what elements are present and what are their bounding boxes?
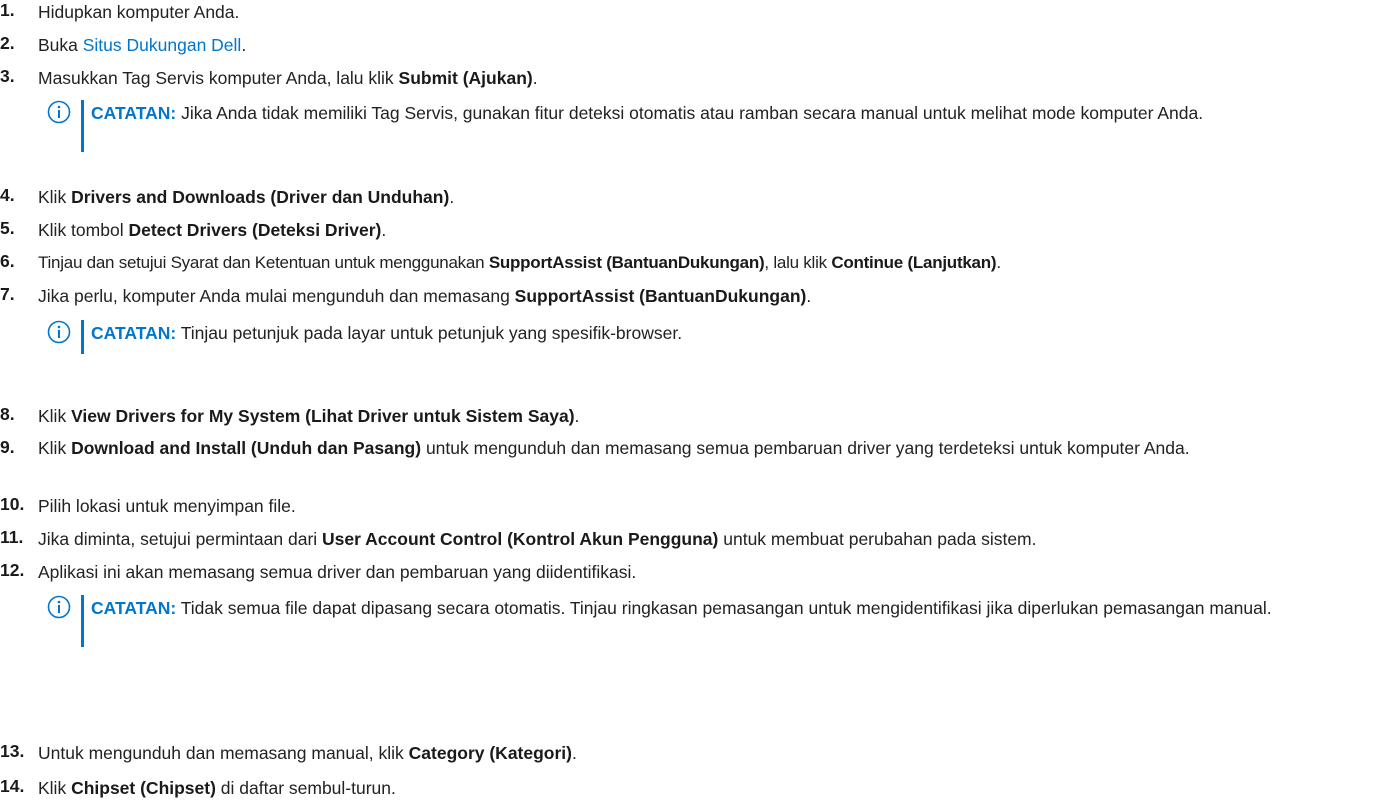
step-number: 12. — [0, 560, 25, 580]
note-accent-bar — [81, 595, 84, 647]
step-text: Untuk mengunduh dan memasang manual, kli… — [38, 743, 409, 763]
step-emphasis: Continue (Lanjutkan) — [831, 253, 997, 272]
step-emphasis: Drivers and Downloads (Driver dan Unduha… — [71, 187, 450, 207]
dell-support-site-link[interactable]: Situs Dukungan Dell — [83, 35, 242, 55]
step-text: Klik — [38, 778, 72, 798]
note-text: CATATAN: Tinjau petunjuk pada layar untu… — [91, 323, 683, 343]
step-number: 10. — [0, 494, 25, 514]
step-text: Jika perlu, komputer Anda mulai mengundu… — [38, 286, 515, 306]
step-emphasis: SupportAssist (BantuanDukungan) — [488, 253, 765, 272]
step-emphasis: Category (Kategori) — [408, 743, 572, 763]
note-label: CATATAN: — [91, 598, 177, 618]
info-circle-icon — [47, 320, 71, 344]
document-body: 1. Hidupkan komputer Anda. 2. Buka Situs… — [0, 0, 1400, 804]
info-circle-icon — [47, 595, 71, 619]
step-number: 2. — [0, 33, 15, 53]
step-text: Aplikasi ini akan memasang semua driver … — [38, 562, 637, 582]
step-emphasis: User Account Control (Kontrol Akun Pengg… — [322, 529, 719, 549]
step-text: Klik tombol — [38, 220, 129, 240]
step-text: Klik — [38, 187, 72, 207]
note-text: CATATAN: Tidak semua file dapat dipasang… — [91, 598, 1272, 618]
step-text: Klik — [38, 406, 72, 426]
note-label: CATATAN: — [91, 103, 177, 123]
step-text: Buka — [38, 35, 83, 55]
step-emphasis: SupportAssist (BantuanDukungan) — [514, 286, 807, 306]
step-number: 14. — [0, 776, 25, 796]
step-text: Klik — [38, 438, 72, 458]
note-label: CATATAN: — [91, 323, 177, 343]
step-number: 13. — [0, 741, 25, 761]
step-emphasis: View Drivers for My System (Lihat Driver… — [71, 406, 575, 426]
step-number: 11. — [0, 527, 24, 547]
step-number: 3. — [0, 66, 15, 86]
step-number: 1. — [0, 0, 15, 20]
step-number: 6. — [0, 251, 15, 271]
step-emphasis: Detect Drivers (Deteksi Driver) — [128, 220, 382, 240]
step-emphasis: Submit (Ajukan) — [398, 68, 533, 88]
step-emphasis: Download and Install (Unduh dan Pasang) — [71, 438, 422, 458]
step-number: 9. — [0, 437, 15, 457]
step-text: Jika diminta, setujui permintaan dari — [38, 529, 323, 549]
info-circle-icon — [47, 100, 71, 124]
step-text: Tinjau dan setujui Syarat dan Ketentuan … — [38, 253, 489, 272]
step-number: 8. — [0, 404, 15, 424]
step-text: Pilih lokasi untuk menyimpan file. — [38, 496, 296, 516]
step-emphasis: Chipset (Chipset) — [71, 778, 216, 798]
step-number: 7. — [0, 284, 15, 304]
note-accent-bar — [81, 100, 84, 152]
note-accent-bar — [81, 320, 84, 354]
step-text: Masukkan Tag Servis komputer Anda, lalu … — [38, 68, 399, 88]
step-text: Hidupkan komputer Anda. — [38, 2, 240, 22]
note-text: CATATAN: Jika Anda tidak memiliki Tag Se… — [91, 103, 1204, 123]
step-number: 4. — [0, 185, 15, 205]
step-number: 5. — [0, 218, 15, 238]
